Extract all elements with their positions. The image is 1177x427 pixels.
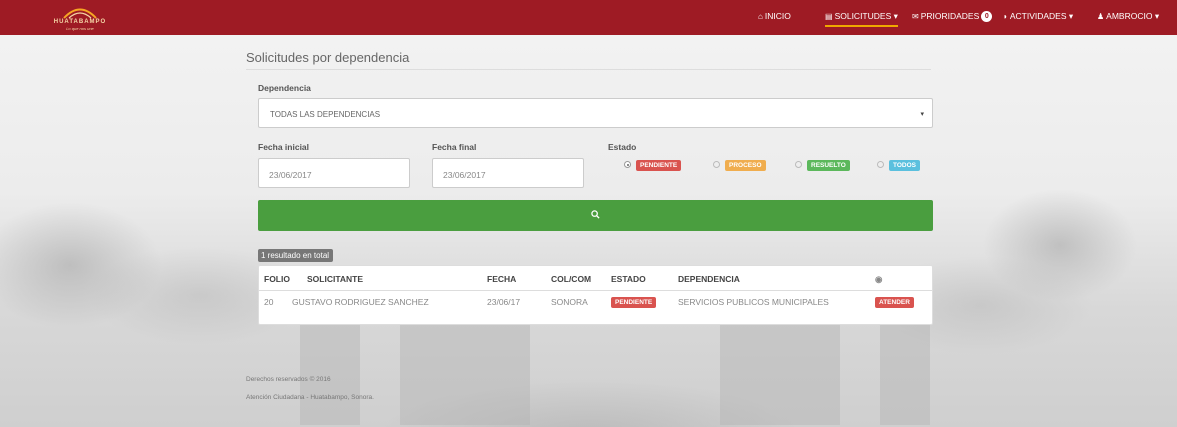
- estado-radio-resuelto[interactable]: RESUELTO: [795, 160, 850, 171]
- estado-label: Estado: [608, 142, 637, 152]
- logo-slogan-text: Lo que nos une: [66, 26, 94, 31]
- search-button[interactable]: [258, 200, 933, 231]
- caret-down-icon: ▾: [920, 111, 924, 118]
- nav-user-label: AMBROCIO: [1106, 11, 1153, 21]
- column-header: ESTADO: [611, 274, 646, 284]
- dependencia-select-value: TODAS LAS DEPENDENCIAS: [270, 110, 381, 119]
- prioridades-badge: 0: [981, 11, 993, 22]
- home-icon: ⌂: [758, 12, 763, 21]
- results-table: FOLIO SOLICITANTE FECHA COL/COM ESTADO D…: [258, 265, 933, 325]
- envelope-icon: ✉: [912, 12, 919, 21]
- radio-unselected-icon: [795, 161, 802, 168]
- user-icon: ♟: [1097, 12, 1105, 21]
- radio-selected-icon: [624, 161, 631, 168]
- fecha-inicial-value: 23/06/2017: [269, 170, 312, 180]
- search-icon: [591, 210, 600, 219]
- nav-prioridades-label: PRIORIDADES: [920, 11, 980, 21]
- footer-subtitle: Atención Ciudadana - Huatabampo, Sonora.: [246, 394, 374, 401]
- estado-status-badge: PENDIENTE: [611, 297, 657, 308]
- footer-copyright: Derechos reservados © 2016: [246, 376, 331, 383]
- nav-inicio[interactable]: ⌂ INICIO: [758, 11, 791, 27]
- nav-actividades-label: ACTIVIDADES: [1009, 11, 1067, 21]
- nav-solicitudes[interactable]: ▤ SOLICITUDES ▾: [825, 11, 898, 27]
- cell-folio: 20: [264, 297, 274, 307]
- radio-unselected-icon: [713, 161, 720, 168]
- huatabampo-logo[interactable]: HUATABAMPO Lo que nos une: [48, 5, 112, 31]
- column-header: COL/COM: [551, 274, 592, 284]
- atender-button[interactable]: ATENDER: [875, 297, 914, 308]
- estado-pendiente-label: PENDIENTE: [636, 160, 682, 171]
- column-header: DEPENDENCIA: [678, 274, 740, 284]
- nav-solicitudes-label: SOLICITUDES: [834, 11, 892, 21]
- chevron-down-icon: ▾: [1066, 11, 1074, 21]
- dependencia-label: Dependencia: [258, 83, 311, 93]
- estado-radio-pendiente[interactable]: PENDIENTE: [624, 160, 682, 171]
- fecha-inicial-label: Fecha inicial: [258, 142, 310, 152]
- chevron-down-icon: ▾: [891, 11, 898, 21]
- nav-inicio-label: INICIO: [764, 11, 791, 21]
- logo-arc-icon: [63, 8, 97, 19]
- cell-estado: PENDIENTE: [611, 296, 657, 308]
- nav-user-menu[interactable]: ♟ AMBROCIO ▾: [1097, 11, 1159, 27]
- cell-solicitante: GUSTAVO RODRIGUEZ SANCHEZ: [292, 297, 429, 307]
- fecha-final-label: Fecha final: [432, 142, 477, 152]
- estado-proceso-label: PROCESO: [725, 160, 766, 171]
- column-header: FOLIO: [264, 274, 290, 284]
- top-navbar: HUATABAMPO Lo que nos une ⌂ INICIO ▤ SOLIC…: [0, 0, 1177, 35]
- column-header: SOLICITANTE: [307, 274, 364, 284]
- main-content: Solicitudes por dependencia Dependencia …: [246, 50, 933, 325]
- radio-unselected-icon: [877, 161, 884, 168]
- fecha-inicial-input[interactable]: 23/06/2017: [258, 158, 410, 188]
- cell-action: ATENDER: [875, 296, 914, 308]
- nav-prioridades[interactable]: ✉ PRIORIDADES 0: [912, 11, 993, 27]
- estado-todos-label: TODOS: [889, 160, 920, 171]
- logo-brand-text: HUATABAMPO: [53, 19, 107, 25]
- estado-resuelto-label: RESUELTO: [807, 160, 850, 171]
- dependencia-select[interactable]: TODAS LAS DEPENDENCIAS ▾: [258, 98, 933, 128]
- cell-fecha: 23/06/17: [487, 297, 521, 307]
- estado-radio-todos[interactable]: TODOS: [877, 160, 920, 171]
- background-photo: [0, 35, 1177, 427]
- fecha-final-value: 23/06/2017: [443, 170, 486, 180]
- table-divider: [259, 290, 932, 291]
- document-icon: ▤: [825, 12, 833, 21]
- eye-icon: ◉: [875, 274, 883, 284]
- estado-radio-proceso[interactable]: PROCESO: [713, 160, 766, 171]
- nav-actividades[interactable]: ◗ ACTIVIDADES ▾: [1003, 11, 1073, 27]
- chevron-down-icon: ▾: [1152, 11, 1160, 21]
- ticket-icon: ◗: [1003, 12, 1008, 21]
- column-header: FECHA: [487, 274, 517, 284]
- cell-colcom: SONORA: [551, 297, 588, 307]
- page-title: Solicitudes por dependencia: [246, 50, 931, 70]
- results-count-badge: 1 resultado en total: [258, 249, 334, 262]
- cell-dependencia: SERVICIOS PUBLICOS MUNICIPALES: [678, 297, 829, 307]
- fecha-final-input[interactable]: 23/06/2017: [432, 158, 584, 188]
